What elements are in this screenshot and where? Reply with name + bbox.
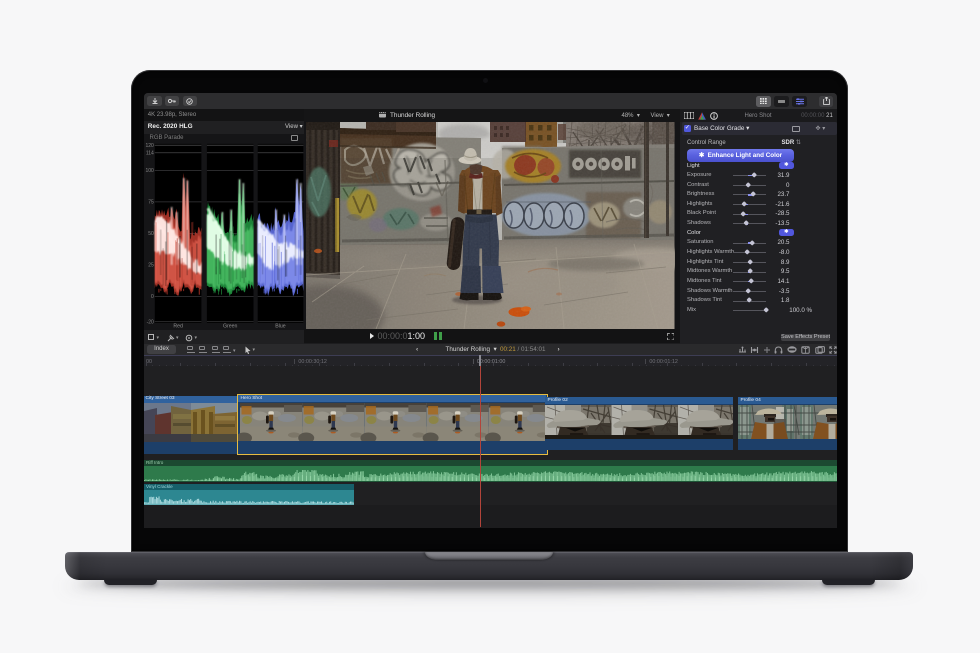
svg-text:Green: Green (222, 323, 237, 329)
svg-text:Red: Red (173, 323, 183, 329)
svg-text:114: 114 (145, 150, 153, 156)
svg-text:120: 120 (145, 143, 154, 149)
svg-text:Blue: Blue (275, 323, 285, 329)
svg-text:50: 50 (148, 231, 154, 237)
svg-text:75: 75 (148, 199, 154, 205)
svg-text:0: 0 (151, 294, 154, 300)
svg-text:-20: -20 (146, 319, 153, 325)
svg-text:100: 100 (145, 168, 154, 174)
svg-text:25: 25 (148, 262, 154, 268)
